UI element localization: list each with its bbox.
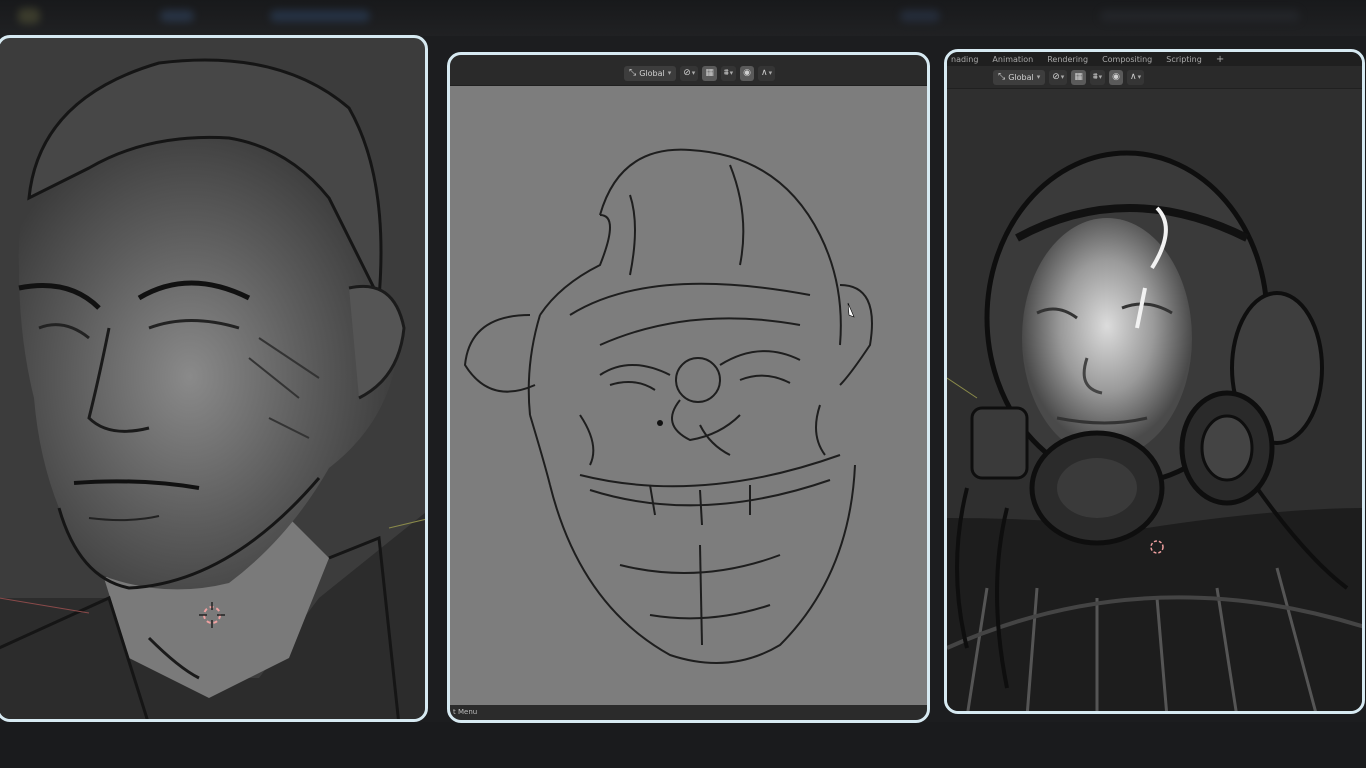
- tab-shading[interactable]: nading: [951, 55, 978, 64]
- right-viewport-panel[interactable]: nading Animation Rendering Compositing S…: [944, 49, 1365, 714]
- tab-animation[interactable]: Animation: [992, 55, 1033, 64]
- chevron-down-icon: ▾: [1137, 73, 1142, 81]
- viewport-toolbar: ⤡ Global ▾ ⊘ ▾ ▦ ⩩ ▾ ◉ ∧ ▾: [993, 69, 1145, 85]
- mouse-cursor-icon: [847, 302, 855, 318]
- proportional-edit-icon: ◉: [743, 67, 752, 78]
- pivot-icon: ⊘: [1052, 71, 1060, 82]
- tab-compositing[interactable]: Compositing: [1102, 55, 1152, 64]
- pivot-icon: ⊘: [683, 67, 691, 78]
- snap-target-icon: ⩩: [1092, 71, 1098, 82]
- snap-target-dropdown[interactable]: ⩩ ▾: [720, 65, 737, 81]
- snap-target-dropdown[interactable]: ⩩ ▾: [1089, 69, 1106, 85]
- app-logo-blur: [18, 8, 40, 24]
- snap-toggle[interactable]: ▦: [702, 65, 717, 81]
- tab-rendering[interactable]: Rendering: [1047, 55, 1088, 64]
- chevron-down-icon: ▾: [1060, 73, 1065, 81]
- falloff-dropdown[interactable]: ∧ ▾: [1127, 69, 1145, 85]
- falloff-curve-icon: ∧: [1130, 71, 1137, 82]
- status-bar-text: t Menu: [453, 708, 478, 716]
- menu-blur: [160, 10, 194, 22]
- pivot-button[interactable]: ⊘ ▾: [680, 65, 699, 81]
- add-workspace-button[interactable]: +: [1216, 54, 1224, 65]
- left-viewport-panel[interactable]: [0, 35, 428, 722]
- menu-blur: [900, 10, 940, 22]
- chevron-down-icon: ▾: [1098, 73, 1103, 81]
- falloff-curve-icon: ∧: [761, 67, 768, 78]
- viewport-header: ⤡ Global ▾ ⊘ ▾ ▦ ⩩ ▾ ◉ ∧ ▾: [947, 66, 1362, 89]
- transform-orientation-icon: ⤡: [998, 71, 1006, 82]
- snap-target-icon: ⩩: [723, 67, 729, 78]
- right-sketch-artwork: [947, 150, 1362, 711]
- menu-blur: [1100, 10, 1300, 22]
- middle-sketch-artwork: [463, 148, 873, 664]
- pivot-button[interactable]: ⊘ ▾: [1049, 69, 1068, 85]
- 3d-cursor-icon[interactable]: [1148, 538, 1166, 556]
- menu-blur: [270, 10, 370, 22]
- tab-scripting[interactable]: Scripting: [1166, 55, 1202, 64]
- proportional-edit-icon: ◉: [1112, 71, 1121, 82]
- proportional-edit-toggle[interactable]: ◉: [740, 65, 755, 81]
- background-bottom-bar: [0, 722, 1366, 768]
- chevron-down-icon: ▾: [691, 69, 696, 77]
- orientation-label: Global: [1008, 72, 1034, 82]
- transform-orientation-dropdown[interactable]: ⤡ Global ▾: [993, 69, 1046, 85]
- 3d-cursor-icon[interactable]: [197, 600, 227, 630]
- background-top-bar: [0, 0, 1366, 36]
- proportional-edit-toggle[interactable]: ◉: [1109, 69, 1124, 85]
- status-bar: t Menu: [450, 705, 927, 720]
- magnet-snap-icon: ▦: [1074, 71, 1083, 82]
- middle-viewport-panel[interactable]: ⤡ Global ▾ ⊘ ▾ ▦ ⩩ ▾ ◉ ∧ ▾ t Menu: [447, 52, 930, 723]
- orientation-label: Global: [639, 68, 665, 78]
- workspace-tabs: nading Animation Rendering Compositing S…: [947, 52, 1362, 66]
- transform-orientation-dropdown[interactable]: ⤡ Global ▾: [624, 65, 677, 81]
- chevron-down-icon: ▾: [729, 69, 734, 77]
- chevron-down-icon: ▾: [768, 69, 773, 77]
- chevron-down-icon: ▾: [1036, 73, 1041, 81]
- chevron-down-icon: ▾: [667, 69, 672, 77]
- transform-orientation-icon: ⤡: [629, 67, 637, 78]
- viewport-toolbar: ⤡ Global ▾ ⊘ ▾ ▦ ⩩ ▾ ◉ ∧ ▾: [624, 65, 776, 81]
- viewport-header: ⤡ Global ▾ ⊘ ▾ ▦ ⩩ ▾ ◉ ∧ ▾: [450, 55, 927, 86]
- snap-toggle[interactable]: ▦: [1071, 69, 1086, 85]
- falloff-dropdown[interactable]: ∧ ▾: [758, 65, 776, 81]
- magnet-snap-icon: ▦: [705, 67, 714, 78]
